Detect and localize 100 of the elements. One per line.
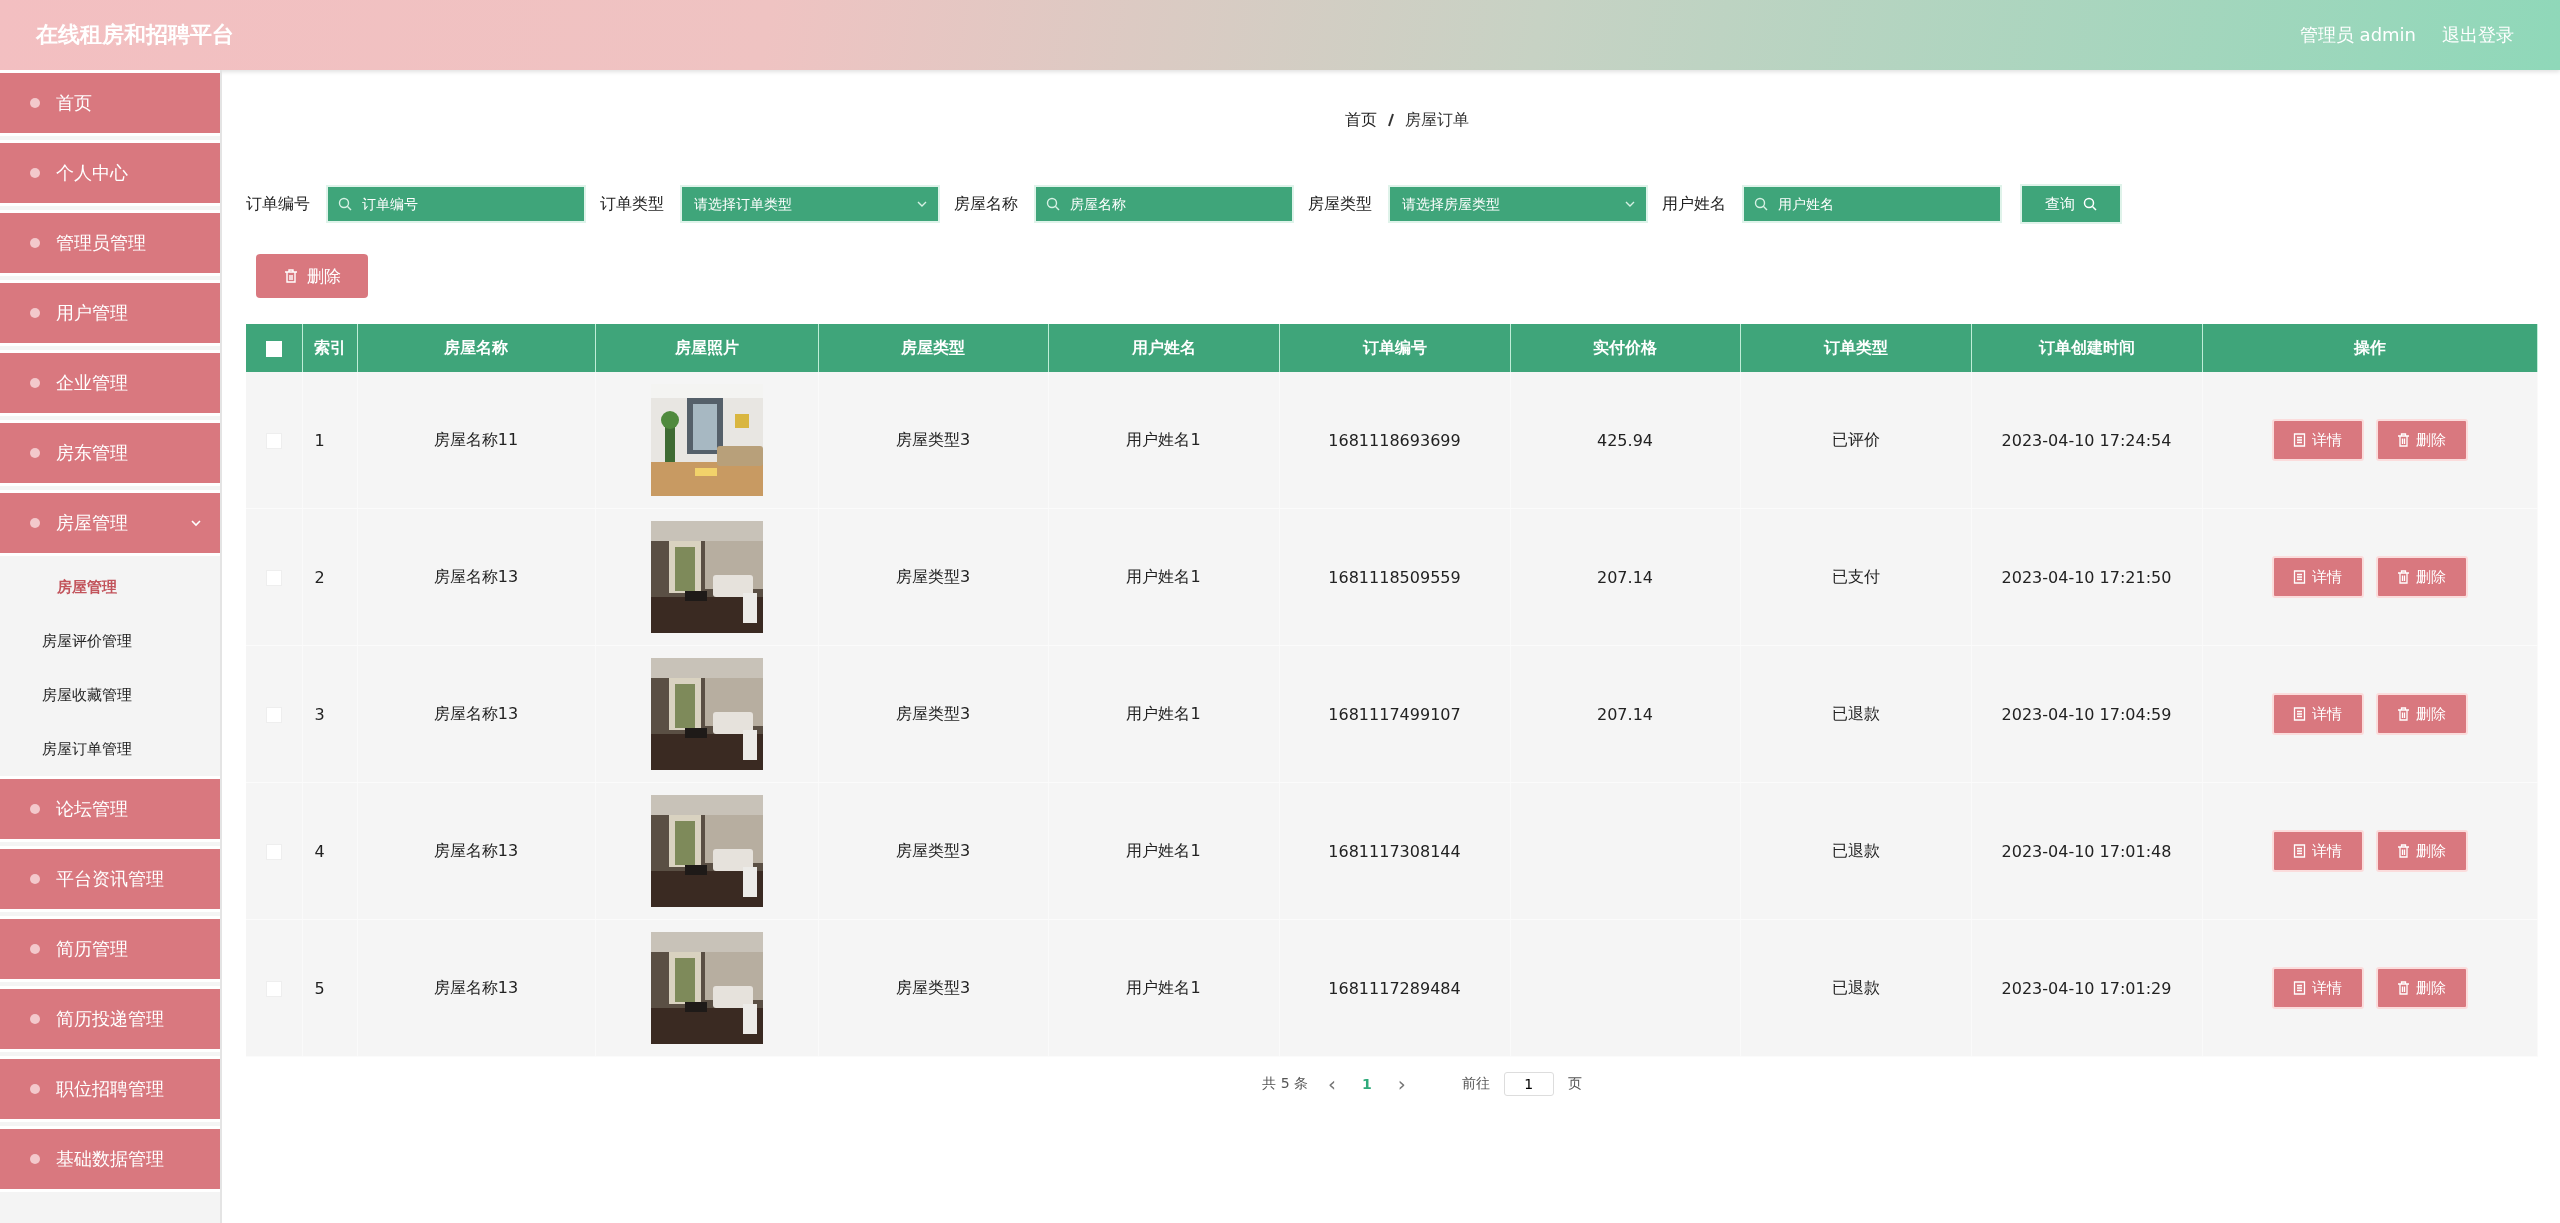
table-cell: 207.14 (1597, 704, 1653, 724)
breadcrumb-current: 房屋订单 (1405, 109, 1469, 131)
table-cell: 1681117308144 (1279, 782, 1510, 920)
bullet-icon (30, 448, 40, 458)
menu-item[interactable]: 简历管理 (0, 916, 220, 982)
column-header: 房屋名称 (357, 324, 595, 372)
page-input[interactable]: 1 (1503, 1072, 1554, 1096)
search-icon (338, 197, 352, 211)
search-icon (1754, 197, 1768, 211)
column-header: 订单编号 (1279, 324, 1510, 372)
bullet-icon (30, 874, 40, 884)
table-cell: 房屋名称13 (357, 782, 595, 920)
table-cell: 1681117289484 (1279, 919, 1510, 1057)
delete-button[interactable]: 删除 (2375, 830, 2468, 872)
column-header: 房屋类型 (818, 324, 1048, 372)
menu-item[interactable]: 个人中心 (0, 140, 220, 206)
field-label: 用户姓名 (1662, 193, 1726, 215)
input-field[interactable]: 房屋名称 (1034, 185, 1294, 223)
table-cell: 房屋类型3 (818, 372, 1048, 509)
page-button[interactable]: 1 (1356, 1075, 1378, 1093)
next-page-button[interactable]: › (1391, 1072, 1412, 1096)
select-field[interactable]: 请选择订单类型 (680, 185, 940, 223)
trash-icon (2397, 981, 2411, 995)
trash-icon (2397, 844, 2411, 858)
table-cell: 已退款 (1740, 919, 1971, 1057)
details-button[interactable]: 详情 (2271, 830, 2364, 872)
column-header: 订单类型 (1740, 324, 1971, 372)
previous-page-button[interactable]: ‹ (1322, 1072, 1343, 1096)
table-cell: 1681118509559 (1279, 508, 1510, 646)
table-cell: 用户姓名1 (1048, 372, 1279, 509)
menu-item[interactable]: 论坛管理 (0, 776, 220, 842)
table-cell: 用户姓名1 (1048, 645, 1279, 783)
table-cell: 2023-04-10 17:01:48 (1971, 782, 2202, 920)
table-cell: 已退款 (1740, 645, 1971, 783)
select-field[interactable]: 请选择房屋类型 (1388, 185, 1648, 223)
table-cell: 用户姓名1 (1048, 508, 1279, 646)
bullet-icon (30, 944, 40, 954)
submenu-item[interactable]: 房屋订单管理 (0, 722, 220, 776)
menu-item[interactable]: 基础数据管理 (0, 1126, 220, 1192)
details-button[interactable]: 详情 (2271, 967, 2364, 1009)
details-button[interactable]: 详情 (2271, 556, 2364, 598)
input-field[interactable]: 订单编号 (326, 185, 586, 223)
table-cell: 5 (302, 919, 357, 1057)
menu-item[interactable]: 管理员管理 (0, 210, 220, 276)
menu-item[interactable]: 用户管理 (0, 280, 220, 346)
document-icon (2293, 707, 2307, 721)
table-cell: 房屋名称11 (357, 372, 595, 509)
details-button[interactable]: 详情 (2271, 693, 2364, 735)
search-button[interactable]: 查询 (2020, 184, 2122, 224)
document-icon (2293, 844, 2307, 858)
delete-button[interactable]: 删除 (2375, 556, 2468, 598)
table-cell: 1 (302, 372, 357, 509)
menu-item[interactable]: 首页 (0, 70, 220, 136)
table-cell: 已评价 (1740, 372, 1971, 509)
total-count: 共 5 条 (1262, 1075, 1309, 1093)
delete-button[interactable]: 删除 (2375, 693, 2468, 735)
table-cell: 房屋类型3 (818, 508, 1048, 646)
table-cell: 房屋类型3 (818, 782, 1048, 920)
column-header: 订单创建时间 (1971, 324, 2202, 372)
menu-item[interactable]: 简历投递管理 (0, 986, 220, 1052)
table-cell: 房屋名称13 (357, 508, 595, 646)
details-button[interactable]: 详情 (2271, 419, 2364, 461)
table-cell: 2023-04-10 17:01:29 (1971, 919, 2202, 1057)
column-header: 房屋照片 (595, 324, 818, 372)
submenu-item[interactable]: 房屋评价管理 (0, 614, 220, 668)
select-all-checkbox[interactable] (265, 341, 282, 357)
submenu-item[interactable]: 房屋管理 (0, 560, 220, 614)
bullet-icon (30, 804, 40, 814)
document-icon (2293, 433, 2307, 447)
menu-item[interactable]: 企业管理 (0, 350, 220, 416)
delete-button[interactable]: 删除 (256, 254, 368, 298)
field-label: 订单类型 (600, 193, 664, 215)
menu-item[interactable]: 房屋管理 (0, 490, 220, 556)
menu-item[interactable]: 平台资讯管理 (0, 846, 220, 912)
submenu-item[interactable]: 房屋收藏管理 (0, 668, 220, 722)
bullet-icon (30, 238, 40, 248)
breadcrumb-link[interactable]: 首页 (1345, 109, 1377, 131)
table-cell: 1681117499107 (1279, 645, 1510, 783)
trash-icon (283, 268, 299, 284)
bullet-icon (30, 308, 40, 318)
menu-item[interactable]: 房东管理 (0, 420, 220, 486)
document-icon (2293, 570, 2307, 584)
column-header: 索引 (302, 324, 357, 372)
trash-icon (2397, 433, 2411, 447)
delete-button[interactable]: 删除 (2375, 967, 2468, 1009)
bullet-icon (30, 1014, 40, 1024)
column-header: 实付价格 (1510, 324, 1740, 372)
goto-label: 前往 (1461, 1075, 1490, 1093)
delete-button[interactable]: 删除 (2375, 419, 2468, 461)
bullet-icon (30, 1154, 40, 1164)
logout-link[interactable]: 退出登录 (2442, 23, 2514, 47)
table-cell: 2023-04-10 17:24:54 (1971, 372, 2202, 509)
table-cell: 3 (302, 645, 357, 783)
bullet-icon (30, 378, 40, 388)
chevron-icon (190, 517, 202, 529)
table-cell: 2023-04-10 17:04:59 (1971, 645, 2202, 783)
trash-icon (2397, 707, 2411, 721)
bullet-icon (30, 98, 40, 108)
menu-item[interactable]: 职位招聘管理 (0, 1056, 220, 1122)
input-field[interactable]: 用户姓名 (1742, 185, 2002, 223)
